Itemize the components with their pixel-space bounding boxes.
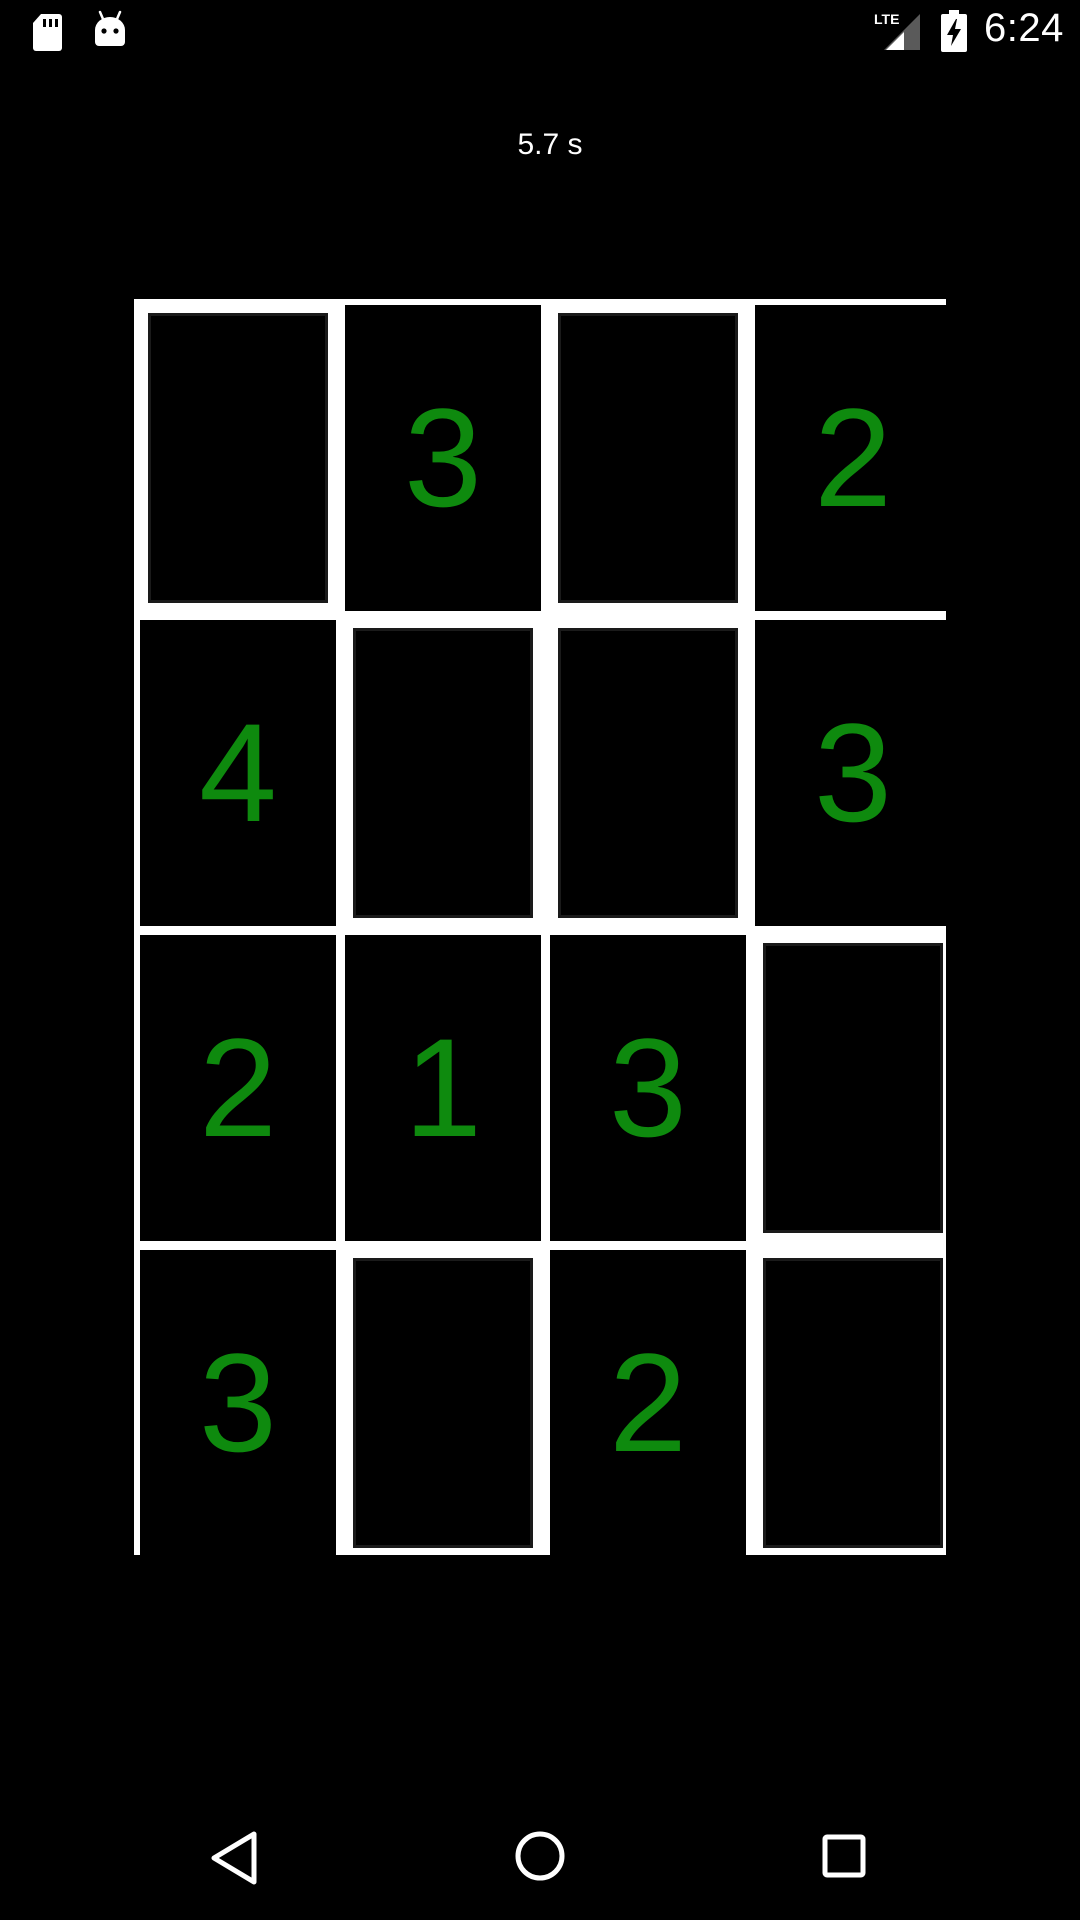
cell-face	[148, 313, 328, 603]
cell-number: 2	[609, 1324, 687, 1481]
back-icon[interactable]	[208, 1830, 260, 1886]
clock: 6:24	[984, 6, 1064, 50]
cell-number: 3	[404, 379, 482, 536]
network-label: LTE	[874, 11, 899, 27]
elapsed-timer: 5.7 s	[517, 128, 583, 161]
sd-card-icon	[33, 14, 62, 51]
cell-face	[353, 1258, 533, 1548]
cell-number: 1	[404, 1009, 482, 1166]
home-icon[interactable]	[514, 1830, 566, 1882]
grid-cell[interactable]: 2	[137, 932, 339, 1244]
grid-cell[interactable]: 1	[342, 932, 544, 1244]
cell-number: 3	[814, 694, 892, 851]
grid-cell[interactable]: 3	[137, 1247, 339, 1559]
grid-cell[interactable]: 3	[547, 932, 749, 1244]
navigation-bar	[0, 1790, 1080, 1920]
android-debug-icon	[95, 10, 125, 46]
grid-cell[interactable]: 2	[752, 302, 954, 614]
cell-number: 3	[609, 1009, 687, 1166]
grid-cell[interactable]	[752, 1247, 954, 1559]
cell-number: 2	[199, 1009, 277, 1166]
game-screen: LTE 6:24 5.7 s 324321332	[0, 0, 1080, 1920]
cell-number: 3	[199, 1324, 277, 1481]
cell-face	[353, 628, 533, 918]
grid-cell[interactable]: 3	[752, 617, 954, 929]
cell-number: 2	[814, 379, 892, 536]
lte-signal-icon: LTE	[874, 11, 920, 50]
grid-cell[interactable]: 2	[547, 1247, 749, 1559]
grid-cell[interactable]	[752, 932, 954, 1244]
puzzle-grid: 324321332	[134, 299, 951, 1556]
cell-face	[763, 943, 943, 1233]
status-bar: LTE 6:24	[0, 0, 1080, 63]
recent-apps-icon[interactable]	[822, 1834, 866, 1878]
grid-cell[interactable]	[137, 302, 339, 614]
battery-charging-icon	[941, 10, 967, 52]
cell-face	[558, 313, 738, 603]
cell-face	[763, 1258, 943, 1548]
grid-cell[interactable]	[342, 617, 544, 929]
grid-cell[interactable]: 4	[137, 617, 339, 929]
grid-cell[interactable]	[342, 1247, 544, 1559]
cell-face	[558, 628, 738, 918]
cell-number: 4	[199, 694, 277, 851]
grid-cell[interactable]	[547, 617, 749, 929]
grid-cell[interactable]	[547, 302, 749, 614]
grid-cell[interactable]: 3	[342, 302, 544, 614]
